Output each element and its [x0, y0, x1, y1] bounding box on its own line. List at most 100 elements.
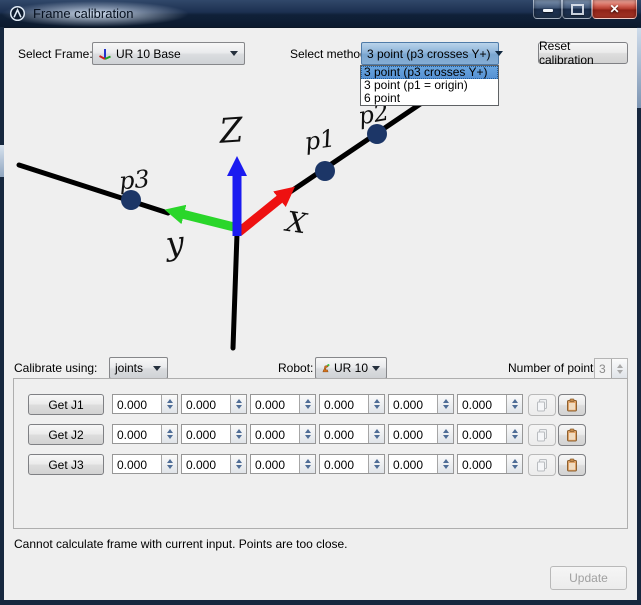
- number-of-points-value: 3: [595, 359, 611, 378]
- method-option-3[interactable]: 6 point: [361, 92, 498, 105]
- j2-value-1[interactable]: 0.000: [112, 424, 178, 444]
- robot-combobox-value: UR 10: [334, 361, 368, 375]
- update-button: Update: [550, 566, 627, 590]
- minimize-button[interactable]: [533, 0, 562, 19]
- line-vertical: [233, 234, 237, 348]
- j3-value-2[interactable]: 0.000: [181, 454, 247, 474]
- method-option-1[interactable]: 3 point (p3 crosses Y+): [361, 66, 498, 79]
- j3-value-1[interactable]: 0.000: [112, 454, 178, 474]
- j3-value-6[interactable]: 0.000: [457, 454, 523, 474]
- j1-value-6[interactable]: 0.000: [457, 394, 523, 414]
- j2-value-4[interactable]: 0.000: [319, 424, 385, 444]
- spinner-buttons[interactable]: [230, 455, 246, 473]
- maximize-button[interactable]: [562, 0, 592, 19]
- spinner-buttons[interactable]: [506, 395, 522, 413]
- spin-value: 0.000: [113, 455, 161, 473]
- get-j3-button[interactable]: Get J3: [28, 454, 104, 475]
- robot-arm-icon: [321, 361, 330, 375]
- close-button[interactable]: ✕: [592, 0, 637, 19]
- method-dropdown-list: 3 point (p3 crosses Y+) 3 point (p1 = or…: [360, 65, 499, 106]
- j1-value-4[interactable]: 0.000: [319, 394, 385, 414]
- spin-value: 0.000: [389, 425, 437, 443]
- spinner-buttons[interactable]: [161, 455, 177, 473]
- spinner-buttons[interactable]: [299, 425, 315, 443]
- robodk-logo-icon: [9, 5, 26, 22]
- spin-value: 0.000: [458, 455, 506, 473]
- spin-value: 0.000: [182, 455, 230, 473]
- paste-j1-button[interactable]: [558, 394, 586, 416]
- spinner-buttons[interactable]: [506, 455, 522, 473]
- copy-j2-button: [528, 424, 556, 446]
- chevron-down-icon: [153, 366, 161, 371]
- get-j1-label: Get J1: [48, 398, 83, 412]
- spinner-buttons[interactable]: [368, 395, 384, 413]
- update-label: Update: [569, 571, 608, 585]
- spinner-buttons[interactable]: [299, 395, 315, 413]
- spinner-buttons[interactable]: [230, 395, 246, 413]
- paste-j2-button[interactable]: [558, 424, 586, 446]
- title-bar[interactable]: Frame calibration ✕: [0, 0, 641, 27]
- copy-icon: [535, 428, 549, 442]
- spin-value: 0.000: [320, 425, 368, 443]
- robot-combobox[interactable]: UR 10: [315, 357, 387, 379]
- spinner-buttons[interactable]: [437, 395, 453, 413]
- status-message: Cannot calculate frame with current inpu…: [14, 537, 348, 551]
- j2-value-3[interactable]: 0.000: [250, 424, 316, 444]
- y-axis-arrow: [182, 214, 234, 227]
- j3-value-5[interactable]: 0.000: [388, 454, 454, 474]
- spinner-buttons[interactable]: [161, 395, 177, 413]
- get-j1-button[interactable]: Get J1: [28, 394, 104, 415]
- j2-value-5[interactable]: 0.000: [388, 424, 454, 444]
- spin-value: 0.000: [389, 395, 437, 413]
- p1-label: p1: [303, 124, 337, 156]
- robot-label: Robot:: [278, 357, 313, 379]
- spinner-buttons[interactable]: [299, 455, 315, 473]
- spinner-buttons[interactable]: [506, 425, 522, 443]
- method-option-2[interactable]: 3 point (p1 = origin): [361, 79, 498, 92]
- number-of-points-label: Number of points: [508, 357, 599, 379]
- spin-value: 0.000: [113, 395, 161, 413]
- spin-value: 0.000: [251, 425, 299, 443]
- j3-value-3[interactable]: 0.000: [250, 454, 316, 474]
- spin-value: 0.000: [251, 395, 299, 413]
- j1-value-2[interactable]: 0.000: [181, 394, 247, 414]
- get-j2-label: Get J2: [48, 428, 83, 442]
- spinner-buttons[interactable]: [437, 425, 453, 443]
- j2-value-2[interactable]: 0.000: [181, 424, 247, 444]
- paste-icon: [565, 428, 579, 442]
- window-title: Frame calibration: [33, 6, 133, 21]
- number-of-points-spinbox: 3: [594, 358, 628, 379]
- spinner-buttons: [611, 359, 627, 378]
- spinner-buttons[interactable]: [161, 425, 177, 443]
- copy-icon: [535, 458, 549, 472]
- j2-value-6[interactable]: 0.000: [457, 424, 523, 444]
- spin-value: 0.000: [389, 455, 437, 473]
- paste-j3-button[interactable]: [558, 454, 586, 476]
- calibrate-using-combobox[interactable]: joints: [109, 357, 168, 379]
- p3-label: p3: [118, 165, 151, 196]
- j1-value-3[interactable]: 0.000: [250, 394, 316, 414]
- spin-value: 0.000: [182, 425, 230, 443]
- spin-value: 0.000: [113, 425, 161, 443]
- get-j2-button[interactable]: Get J2: [28, 424, 104, 445]
- point-p1: [315, 161, 335, 181]
- close-icon: ✕: [609, 3, 619, 15]
- window-border-glint: [637, 28, 641, 108]
- copy-icon: [535, 398, 549, 412]
- spinner-buttons[interactable]: [368, 425, 384, 443]
- calibrate-using-label: Calibrate using:: [14, 357, 97, 379]
- copy-j1-button: [528, 394, 556, 416]
- client-area: Z X y p1 p2 p3 Select Frame: UR 10 Base …: [4, 27, 637, 600]
- spin-value: 0.000: [458, 425, 506, 443]
- spinner-buttons[interactable]: [368, 455, 384, 473]
- x-axis-arrow: [239, 198, 281, 232]
- copy-j3-button: [528, 454, 556, 476]
- j3-value-4[interactable]: 0.000: [319, 454, 385, 474]
- z-axis-label: Z: [217, 110, 246, 152]
- calibrate-using-value: joints: [115, 361, 143, 375]
- spinner-buttons[interactable]: [437, 455, 453, 473]
- spinner-buttons[interactable]: [230, 425, 246, 443]
- spin-value: 0.000: [320, 455, 368, 473]
- j1-value-1[interactable]: 0.000: [112, 394, 178, 414]
- j1-value-5[interactable]: 0.000: [388, 394, 454, 414]
